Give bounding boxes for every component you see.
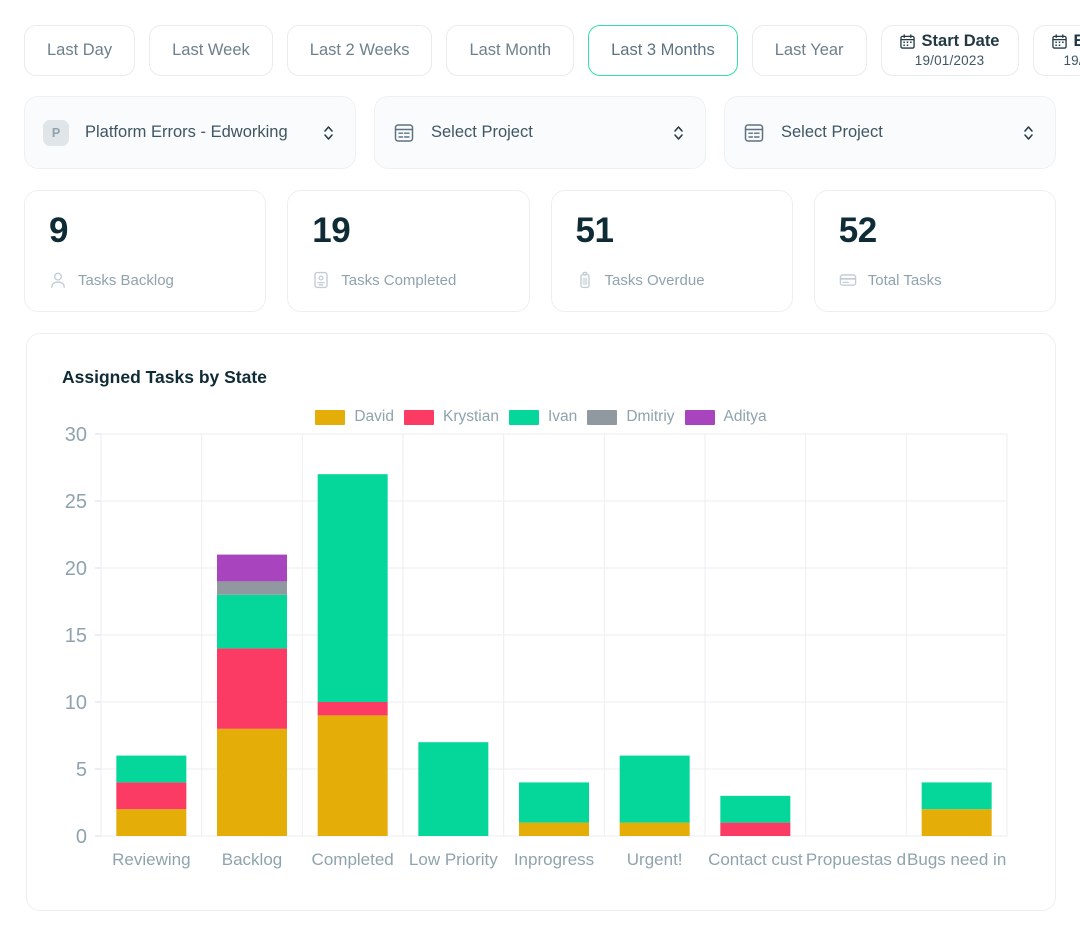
bar-segment[interactable] [217,581,287,594]
x-axis-tick-label: Propuestas d [806,850,906,869]
project-selector-row: P Platform Errors - Edworking Select Pro… [24,96,1056,169]
stat-value: 51 [576,213,768,248]
bar-segment[interactable] [519,782,589,822]
stat-label: Tasks Overdue [605,272,705,289]
project-select-1[interactable]: Select Project [374,96,706,169]
stat-card-tasks-backlog[interactable]: 9 Tasks Backlog [24,190,266,312]
bar-segment[interactable] [720,796,790,823]
chevron-updown-icon [1022,123,1035,143]
y-axis-tick-label: 0 [76,826,87,848]
bar-segment[interactable] [720,823,790,836]
start-date-picker[interactable]: Start Date 19/01/2023 [881,25,1019,76]
chevron-updown-icon [672,123,685,143]
bar-segment[interactable] [318,474,388,702]
calendar-icon [900,34,915,49]
x-axis-tick-label: Reviewing [112,850,190,869]
stat-footer: Total Tasks [839,271,1031,289]
project-card-icon [393,122,415,144]
range-button-last-year[interactable]: Last Year [752,25,867,76]
stat-footer: Tasks Overdue [576,271,768,289]
bar-segment[interactable] [318,702,388,715]
clipboard-icon [576,271,594,289]
calendar-icon [1052,34,1067,49]
assigned-tasks-chart-card: Assigned Tasks by State DavidKrystianIva… [26,333,1056,911]
chart-plot-area: 0 5 10 15 20 25 30 Reviewing Backlog Completed Low… [27,334,1057,912]
bar-segment[interactable] [217,648,287,728]
stat-footer: Tasks Completed [312,271,504,289]
stat-value: 52 [839,213,1031,248]
bar-segment[interactable] [318,715,388,836]
stacked-bar-chart: 0 5 10 15 20 25 30 Reviewing Backlog Completed Low… [27,334,1057,912]
end-date-value: 19/04/2023 [1063,53,1080,68]
x-axis-tick-label: Backlog [222,850,282,869]
x-axis-tick-label: Bugs need in [907,850,1006,869]
person-icon [49,271,67,289]
bar-segment[interactable] [116,809,186,836]
range-button-last-week[interactable]: Last Week [149,25,273,76]
range-button-last-day[interactable]: Last Day [24,25,135,76]
y-axis-tick-label: 30 [65,424,87,446]
stats-row: 9 Tasks Backlog 19 Tasks Completed [24,190,1056,312]
bar-segment[interactable] [217,729,287,836]
workspace-select-label: Platform Errors - Edworking [85,123,288,142]
stat-label: Tasks Backlog [78,272,174,289]
bar-segment[interactable] [116,782,186,809]
range-button-last-3-months[interactable]: Last 3 Months [588,25,738,76]
start-date-label: Start Date [922,32,1000,51]
start-date-value: 19/01/2023 [915,53,985,68]
range-button-last-month[interactable]: Last Month [446,25,574,76]
bar-segment[interactable] [922,809,992,836]
bar-segment[interactable] [418,742,488,836]
bar-segment[interactable] [620,756,690,823]
credit-card-icon [839,271,857,289]
end-date-label: End Date [1074,32,1080,51]
stat-value: 9 [49,213,241,248]
y-axis-tick-label: 15 [65,625,87,647]
bar-segment[interactable] [217,595,287,649]
stat-card-tasks-completed[interactable]: 19 Tasks Completed [287,190,529,312]
x-axis-tick-label: Urgent! [627,850,683,869]
project-card-icon [743,122,765,144]
y-axis-tick-label: 10 [65,692,87,714]
id-card-icon [312,271,330,289]
stat-card-tasks-overdue[interactable]: 51 Tasks Overdue [551,190,793,312]
end-date-header: End Date [1052,32,1080,51]
date-range-toolbar: Last Day Last Week Last 2 Weeks Last Mon… [24,24,1056,76]
bar-segment[interactable] [922,782,992,809]
bar-segment[interactable] [116,756,186,783]
stat-footer: Tasks Backlog [49,271,241,289]
workspace-select[interactable]: P Platform Errors - Edworking [24,96,356,169]
y-axis-tick-label: 20 [65,558,87,580]
stat-label: Tasks Completed [341,272,456,289]
y-axis-tick-label: 5 [76,759,87,781]
stat-value: 19 [312,213,504,248]
bar-segment[interactable] [217,555,287,582]
stat-label: Total Tasks [868,272,942,289]
bar-segment[interactable] [620,823,690,836]
project-select-2[interactable]: Select Project [724,96,1056,169]
chevron-updown-icon [322,123,335,143]
project-select-2-label: Select Project [781,123,883,142]
bar-segment[interactable] [519,823,589,836]
dashboard-page: Last Day Last Week Last 2 Weeks Last Mon… [0,0,1080,925]
project-select-1-label: Select Project [431,123,533,142]
range-button-last-2-weeks[interactable]: Last 2 Weeks [287,25,433,76]
stat-card-total-tasks[interactable]: 52 Total Tasks [814,190,1056,312]
x-axis-tick-label: Completed [312,850,394,869]
y-axis-tick-label: 25 [65,491,87,513]
x-axis-tick-label: Contact cust [708,850,803,869]
start-date-header: Start Date [900,32,1000,51]
end-date-picker[interactable]: End Date 19/04/2023 [1033,25,1080,76]
x-axis-tick-label: Inprogress [514,850,594,869]
x-axis-tick-label: Low Priority [409,850,498,869]
project-avatar: P [43,120,69,146]
